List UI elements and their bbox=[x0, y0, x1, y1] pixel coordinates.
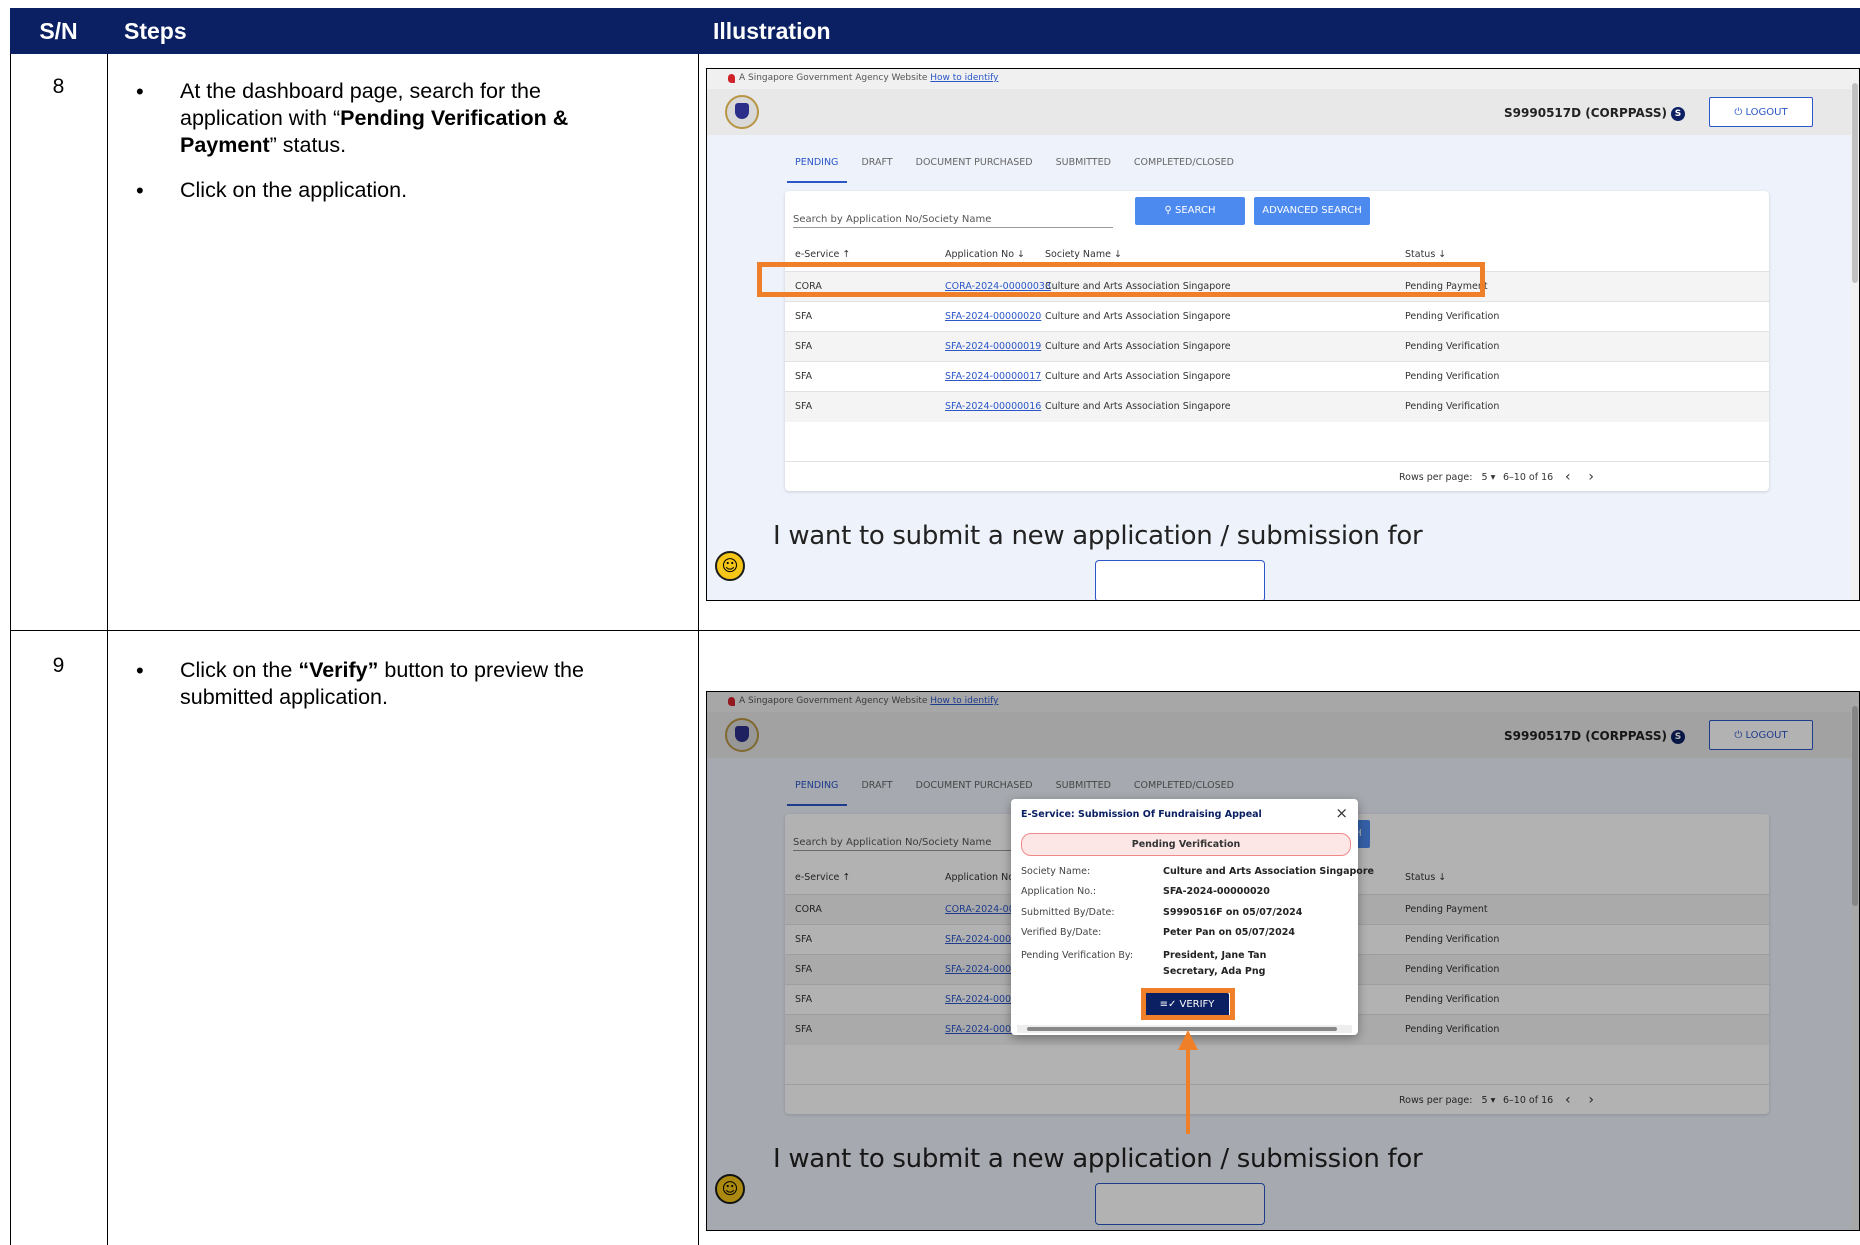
tab-document-purchased[interactable]: DOCUMENT PURCHASED bbox=[916, 157, 1033, 168]
tab-pending[interactable]: PENDING bbox=[795, 157, 838, 168]
tab-bar: PENDING DRAFT DOCUMENT PURCHASED SUBMITT… bbox=[795, 157, 1254, 168]
col-application-no[interactable]: Application No ↓ bbox=[945, 249, 1025, 260]
row-8-step-2: Click on the application. bbox=[108, 177, 648, 204]
tab-indicator bbox=[787, 181, 847, 183]
gov-banner: A Singapore Government Agency Website Ho… bbox=[707, 69, 1859, 89]
scrollbar[interactable] bbox=[1851, 69, 1859, 600]
close-icon[interactable]: × bbox=[1335, 804, 1348, 822]
screenshot-verify-modal: A Singapore Government Agency Website Ho… bbox=[706, 691, 1860, 1231]
service-tile[interactable] bbox=[1095, 560, 1265, 600]
header-steps: Steps bbox=[124, 18, 187, 44]
border-col1 bbox=[107, 54, 108, 1245]
row-8-sn: 8 bbox=[52, 75, 65, 98]
verify-highlight-box bbox=[1141, 988, 1235, 1020]
row-9-steps: Click on the “Verify” button to preview … bbox=[108, 657, 648, 729]
row-8-step-1: At the dashboard page, search for the ap… bbox=[108, 78, 648, 159]
next-page-icon[interactable]: › bbox=[1588, 469, 1594, 485]
border-col2 bbox=[698, 54, 699, 1245]
pagination: Rows per page: 5 ▾ 6–10 of 16 ‹ › bbox=[785, 461, 1769, 492]
search-button[interactable]: ⚲ SEARCH bbox=[1135, 197, 1245, 225]
table-row[interactable]: SFASFA-2024-00000020Culture and Arts Ass… bbox=[785, 301, 1769, 332]
tab-draft[interactable]: DRAFT bbox=[861, 157, 892, 168]
header-sn: S/N bbox=[39, 18, 78, 44]
table-row[interactable]: SFASFA-2024-00000016Culture and Arts Ass… bbox=[785, 391, 1769, 422]
header-illustration: Illustration bbox=[713, 18, 831, 44]
row-9-step-1: Click on the “Verify” button to preview … bbox=[108, 657, 648, 711]
applications-card: Search by Application No/Society Name ⚲ … bbox=[785, 191, 1769, 491]
row-divider bbox=[10, 630, 1860, 631]
registry-logo bbox=[725, 95, 759, 129]
row-8-steps: At the dashboard page, search for the ap… bbox=[108, 78, 648, 222]
tab-submitted[interactable]: SUBMITTED bbox=[1056, 157, 1111, 168]
col-eservice[interactable]: e-Service ↑ bbox=[795, 249, 850, 260]
highlight-box bbox=[757, 262, 1485, 297]
user-id: S9990517D (CORPPASS) S bbox=[1504, 106, 1685, 121]
search-input[interactable]: Search by Application No/Society Name bbox=[793, 205, 1113, 228]
prev-page-icon[interactable]: ‹ bbox=[1565, 469, 1571, 485]
status-badge: Pending Verification bbox=[1021, 833, 1351, 856]
how-to-identify-link[interactable]: How to identify bbox=[930, 73, 998, 83]
lion-flag-icon bbox=[728, 74, 735, 83]
top-bar: S9990517D (CORPPASS) S ⏻ LOGOUT bbox=[707, 89, 1859, 135]
feedback-smiley-icon[interactable]: ☺ bbox=[715, 551, 745, 581]
new-application-heading: I want to submit a new application / sub… bbox=[773, 521, 1423, 551]
arrow-shaft bbox=[1186, 1048, 1190, 1134]
user-badge: S bbox=[1671, 106, 1685, 121]
page-range: 6–10 of 16 bbox=[1503, 472, 1554, 483]
logout-button[interactable]: ⏻ LOGOUT bbox=[1709, 97, 1813, 127]
arrow-up-icon bbox=[1178, 1030, 1198, 1050]
col-status[interactable]: Status ↓ bbox=[1405, 249, 1446, 260]
table-row[interactable]: SFASFA-2024-00000017Culture and Arts Ass… bbox=[785, 361, 1769, 392]
advanced-search-button[interactable]: ADVANCED SEARCH bbox=[1254, 197, 1370, 225]
tab-completed-closed[interactable]: COMPLETED/CLOSED bbox=[1134, 157, 1234, 168]
screenshot-dashboard: A Singapore Government Agency Website Ho… bbox=[706, 68, 1860, 601]
rows-per-page[interactable]: Rows per page: 5 ▾ bbox=[1399, 472, 1495, 483]
row-9-sn: 9 bbox=[52, 654, 65, 677]
border-left bbox=[10, 54, 11, 1245]
col-society-name[interactable]: Society Name ↓ bbox=[1045, 249, 1122, 260]
modal-title: E-Service: Submission Of Fundraising App… bbox=[1021, 809, 1262, 820]
table-row[interactable]: SFASFA-2024-00000019Culture and Arts Ass… bbox=[785, 331, 1769, 362]
table-header: S/N Steps Illustration bbox=[10, 8, 1860, 54]
